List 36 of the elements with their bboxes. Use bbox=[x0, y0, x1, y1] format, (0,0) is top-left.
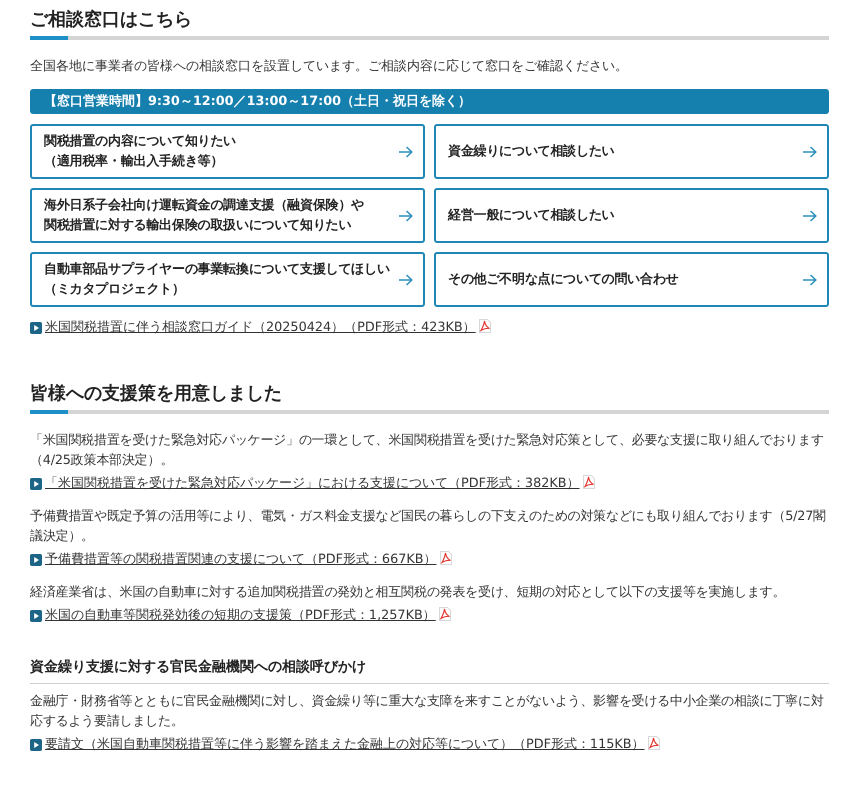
arrow-right-icon bbox=[803, 210, 817, 222]
pdf-link[interactable]: 米国の自動車等関税発効後の短期の支援策（PDF形式：1,257KB） bbox=[45, 606, 436, 626]
consultation-card[interactable]: 自動車部品サプライヤーの事業転換について支援してほしい （ミカタプロジェクト） bbox=[30, 252, 425, 307]
pdf-file-icon bbox=[440, 551, 452, 565]
body-text: 全国各地に事業者の皆様への相談窓口を設置しています。ご相談内容に応じて窓口をご確認ください。 bbox=[30, 58, 629, 76]
arrow-right-icon bbox=[399, 146, 413, 158]
consultation-card[interactable]: 海外日系子会社向け運転資金の調達支援（融資保険）や 関税措置に対する輸出保険の取扱いについて知りたい bbox=[30, 188, 425, 243]
pdf-link[interactable]: 「米国関税措置を受けた緊急対応パッケージ」における支援について（PDF形式：382KB） bbox=[45, 474, 580, 494]
consultation-card[interactable]: 関税措置の内容について知りたい （適用税率・輸出入手続き等） bbox=[30, 124, 425, 179]
section-heading: 皆様への支援策を用意しました bbox=[30, 382, 283, 406]
pdf-link[interactable]: 米国関税措置に伴う相談窓口ガイド（20250424）（PDF形式：423KB） bbox=[45, 318, 476, 338]
body-text: 予備費措置や既定予算の活用等により、電気・ガス料金支援など国民の暮らしの下支えのための対策などにも取り組んでおります（5/27閣議決定）。 bbox=[30, 508, 827, 546]
pdf-file-icon bbox=[438, 607, 451, 621]
arrow-right-icon bbox=[803, 274, 817, 286]
hours-banner: 【窓口営業時間】9:30～12:00／13:00～17:00（土日・祝日を除く） bbox=[30, 89, 829, 114]
pdf-link[interactable]: 要請文（米国自動車関税措置等に伴う影響を踏まえた金融上の対応等について）（PDF形式：115KB） bbox=[45, 735, 645, 755]
play-square-icon bbox=[30, 739, 42, 751]
play-square-icon bbox=[30, 478, 42, 490]
body-text: 「米国関税措置を受けた緊急対応パッケージ」の一環として、米国関税措置を受けた緊急対応策として、必要な支援に取り組んでおります（4/25政策本部決定）。 bbox=[30, 432, 825, 470]
pdf-file-icon bbox=[478, 319, 491, 333]
play-square-icon bbox=[30, 610, 42, 622]
play-square-icon bbox=[30, 322, 42, 334]
subsection-heading: 資金繰り支援に対する官民金融機関への相談呼びかけ bbox=[30, 656, 829, 684]
section-heading: ご相談窓口はこちら bbox=[30, 8, 193, 32]
arrow-right-icon bbox=[399, 210, 413, 222]
pdf-file-icon bbox=[582, 475, 595, 489]
play-square-icon bbox=[30, 554, 42, 566]
arrow-right-icon bbox=[803, 146, 817, 158]
body-text: 金融庁・財務省等とともに官民金融機関に対し、資金繰り等に重大な支障を来すことがないよう、影響を受ける中小企業の相談に丁寧に対応するよう要請しました。 bbox=[30, 693, 825, 731]
consultation-card[interactable]: 経営一般について相談したい bbox=[434, 188, 829, 243]
consultation-card[interactable]: その他ご不明な点についての問い合わせ bbox=[434, 252, 829, 307]
consultation-card[interactable]: 資金繰りについて相談したい bbox=[434, 124, 829, 179]
pdf-link[interactable]: 予備費措置等の関税措置関連の支援について（PDF形式：667KB） bbox=[45, 550, 437, 570]
body-text: 経済産業省は、米国の自動車に対する追加関税措置の発効と相互関税の発表を受け、短期の対応として以下の支援等を実施します。 bbox=[30, 584, 786, 602]
arrow-right-icon bbox=[399, 274, 413, 286]
pdf-file-icon bbox=[648, 736, 660, 750]
